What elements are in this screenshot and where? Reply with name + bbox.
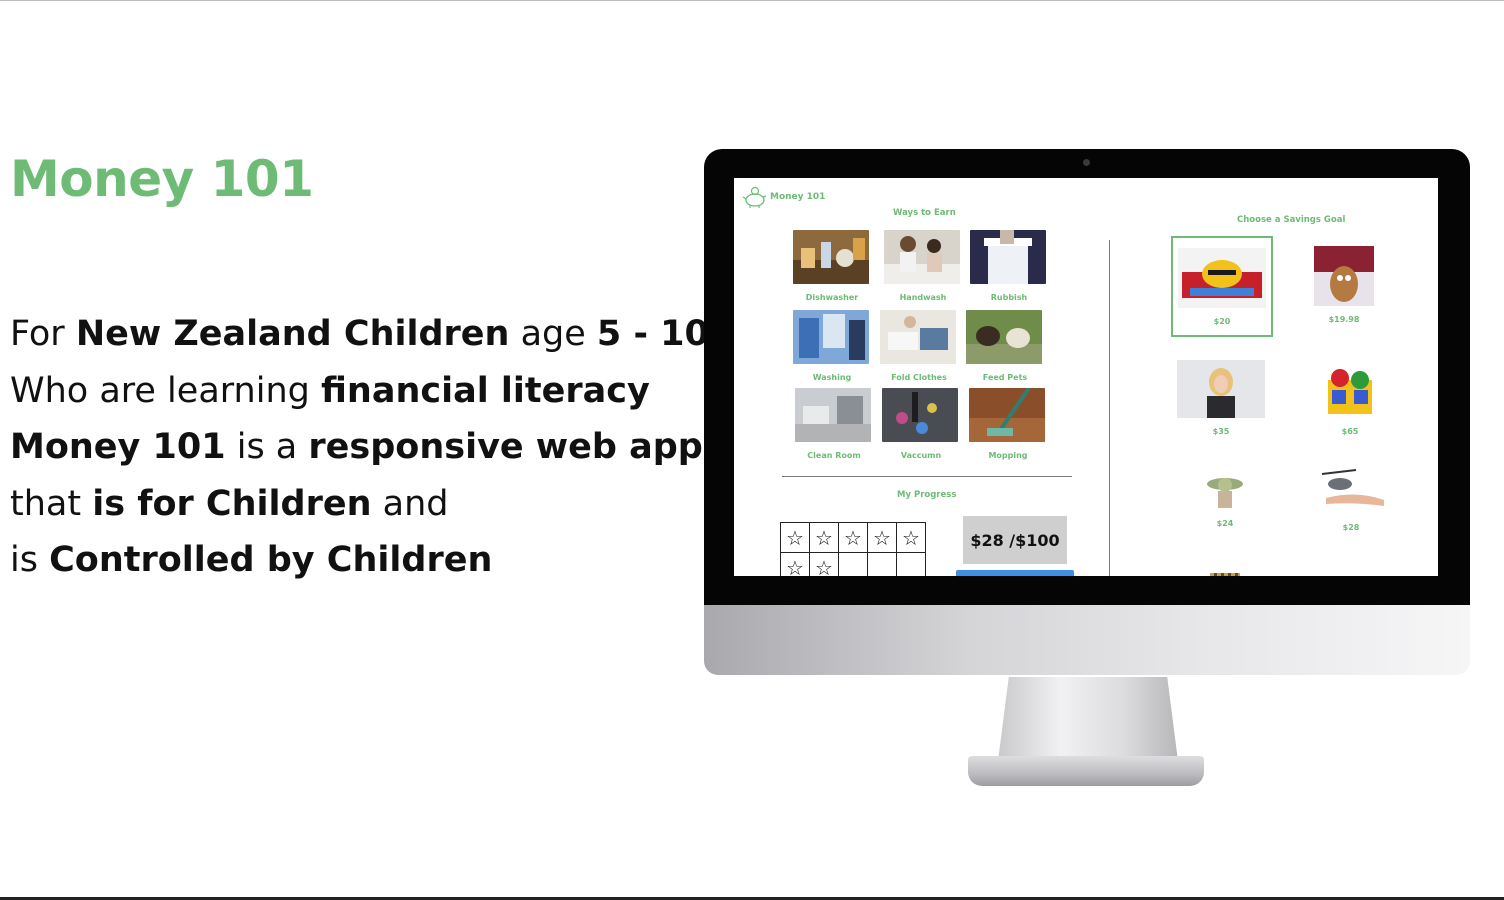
pitch-line-5: is Controlled by Children [10, 532, 709, 589]
savings-goal-title: Choose a Savings Goal [1237, 215, 1346, 225]
app-brand[interactable]: Money 101 [770, 192, 825, 202]
feed-pets-photo-icon [966, 310, 1042, 364]
star-chart: ☆ ☆ ☆ ☆ ☆ ☆ ☆ [780, 522, 926, 576]
pitch-emphasis: Controlled by Children [49, 540, 493, 580]
chore-tile-dishwasher[interactable]: Dishwasher [793, 230, 871, 302]
star-icon: ☆ [809, 552, 839, 576]
action-button[interactable] [956, 570, 1074, 576]
star-icon: ☆ [838, 522, 868, 553]
goal-price: $35 [1212, 427, 1230, 436]
pitch-emphasis: Money 101 [10, 427, 226, 467]
star-icon: ☆ [896, 522, 926, 553]
goal-price: $19.98 [1328, 315, 1360, 324]
pitch-emphasis: 5 - 10 [596, 314, 709, 354]
savings-goal-card[interactable]: $28 [1316, 466, 1386, 532]
chore-label: Vaccumn [900, 451, 942, 460]
mario-luigi-toy-photo-icon [1322, 360, 1378, 418]
handwash-photo-icon [884, 230, 960, 284]
star-slot [838, 552, 868, 576]
star-icon: ☆ [809, 522, 839, 553]
pitch-emphasis: financial literacy [320, 370, 650, 411]
potato-head-toy-photo-icon [1314, 246, 1374, 306]
chore-tile-fold-clothes[interactable]: Fold Clothes [880, 310, 958, 382]
toy-helicopter-photo-icon [1316, 466, 1386, 514]
pitch-emphasis: New Zealand Children [75, 314, 510, 354]
star-slot [867, 552, 897, 576]
star-icon: ☆ [780, 522, 810, 553]
pitch-line-4: that is for Children and [10, 476, 709, 533]
top-rule [0, 0, 1504, 1]
goal-price: $20 [1213, 317, 1231, 326]
piggy-bank-icon [742, 186, 767, 208]
chore-label: Feed Pets [982, 373, 1028, 382]
savings-goal-card[interactable]: $24 [1195, 470, 1255, 528]
chore-label: Fold Clothes [891, 373, 947, 382]
ways-to-earn-title: Ways to Earn [893, 208, 956, 218]
pitch-line-3: Money 101 is a responsive web app [10, 419, 709, 476]
monitor-chin [704, 605, 1470, 675]
chore-label: Rubbish [990, 293, 1028, 302]
savings-goal-card-peek [1210, 573, 1240, 576]
section-divider [782, 476, 1072, 477]
goal-price: $24 [1216, 519, 1234, 528]
rubbish-bin-photo-icon [970, 230, 1046, 284]
pitch-emphasis: responsive web app [308, 427, 703, 467]
my-progress-title: My Progress [897, 490, 957, 500]
barbie-doll-photo-icon [1177, 360, 1265, 418]
chore-tile-mopping[interactable]: Mopping [969, 386, 1047, 460]
chore-tile-vacuum[interactable]: Vaccumn [882, 388, 960, 460]
pitch-text-run: is [10, 540, 50, 580]
slide-title: Money 101 [10, 150, 314, 208]
vacuum-photo-icon [882, 388, 958, 442]
chore-label: Clean Room [807, 451, 861, 460]
pitch-text-run: Who are learning [10, 370, 321, 411]
savings-progress-amount: $28 /$100 [963, 516, 1067, 564]
chore-label: Mopping [988, 451, 1028, 460]
pitch-text-run: that [10, 483, 93, 524]
buzzy-bee-toy-photo-icon [1178, 248, 1266, 308]
monitor-stand-foot [968, 756, 1204, 786]
pitch-text-run: age [509, 314, 597, 354]
pitch-line-2: Who are learning financial literacy [10, 363, 709, 420]
pitch-emphasis: is for Children [92, 483, 372, 524]
dishwasher-photo-icon [793, 230, 869, 284]
chore-label: Washing [812, 373, 852, 382]
webcam-icon [1083, 159, 1090, 166]
column-divider [1109, 240, 1110, 576]
savings-goal-card[interactable]: $65 [1322, 360, 1378, 436]
savings-goal-card[interactable]: $19.98 [1309, 246, 1379, 324]
pitch-text-run: and [371, 483, 449, 524]
washing-line-photo-icon [793, 310, 869, 364]
baby-yoda-toy-photo-icon [1200, 470, 1250, 510]
chore-tile-washing[interactable]: Washing [793, 310, 871, 382]
app-screen: Money 101 Ways to Earn Dishwasher Handwa… [734, 178, 1438, 576]
pitch-line-1: For New Zealand Children age 5 - 10 [10, 306, 709, 363]
goal-price: $28 [1342, 523, 1360, 532]
chore-tile-clean-room[interactable]: Clean Room [795, 388, 873, 460]
chore-label: Dishwasher [805, 293, 859, 302]
chore-tile-handwash[interactable]: Handwash [884, 230, 962, 302]
chore-tile-rubbish[interactable]: Rubbish [970, 230, 1048, 302]
star-slot [896, 552, 926, 576]
pitch-text-run: For [10, 314, 76, 354]
chore-tile-feed-pets[interactable]: Feed Pets [966, 310, 1044, 382]
pitch-text-run: is a [225, 427, 309, 467]
star-icon: ☆ [780, 552, 810, 576]
mopping-photo-icon [969, 386, 1045, 442]
chore-label: Handwash [899, 293, 947, 302]
clean-room-photo-icon [795, 388, 871, 442]
savings-goal-card[interactable]: $20 [1171, 236, 1273, 337]
star-icon: ☆ [867, 522, 897, 553]
pitch-text: For New Zealand Children age 5 - 10 Who … [10, 306, 709, 589]
fold-clothes-photo-icon [880, 310, 956, 364]
goal-price: $65 [1341, 427, 1359, 436]
monitor-stand-neck [998, 677, 1178, 761]
savings-goal-card[interactable]: $35 [1177, 360, 1265, 436]
